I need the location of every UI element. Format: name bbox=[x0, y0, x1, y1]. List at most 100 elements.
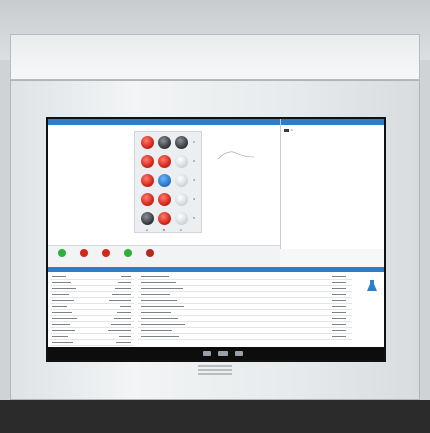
results-table bbox=[138, 274, 352, 346]
row-text-placeholder bbox=[141, 306, 184, 307]
record-icon bbox=[102, 249, 110, 257]
results-item-label: 1 bbox=[291, 128, 293, 132]
refresh-button[interactable] bbox=[118, 249, 138, 266]
row-text-placeholder bbox=[141, 300, 177, 301]
row-value-placeholder bbox=[332, 318, 346, 319]
settings-button[interactable] bbox=[140, 249, 160, 266]
property-value-placeholder bbox=[119, 336, 131, 337]
row-value-placeholder bbox=[332, 276, 346, 277]
row-value-placeholder bbox=[332, 288, 346, 289]
flag-icon bbox=[284, 128, 289, 132]
row-value-placeholder bbox=[332, 306, 346, 307]
tray-row-label: 1 bbox=[193, 140, 195, 144]
sample-well[interactable] bbox=[141, 136, 154, 149]
sample-well[interactable] bbox=[175, 212, 188, 225]
sample-well[interactable] bbox=[158, 174, 171, 187]
row-value-placeholder bbox=[332, 336, 346, 337]
tray-column-label: C bbox=[180, 228, 183, 232]
results-panel: 1 bbox=[280, 119, 384, 249]
stop-button[interactable] bbox=[74, 249, 94, 266]
property-value-placeholder bbox=[120, 306, 131, 307]
app-window: 1 2 3 4 5 A B C 1 bbox=[48, 119, 384, 360]
row-text-placeholder bbox=[141, 282, 176, 283]
sample-well[interactable] bbox=[175, 155, 188, 168]
property-text-placeholder bbox=[52, 282, 71, 283]
plate-viewer: 1 2 3 4 5 A B C bbox=[48, 125, 280, 245]
property-text-placeholder bbox=[52, 288, 76, 289]
photo-scene: 1 2 3 4 5 A B C 1 bbox=[0, 0, 430, 433]
property-text-placeholder bbox=[52, 276, 66, 277]
property-value-placeholder bbox=[121, 276, 131, 277]
row-value-placeholder bbox=[332, 294, 346, 295]
tray-column-label: B bbox=[163, 228, 166, 232]
record-button[interactable] bbox=[96, 249, 116, 266]
os-taskbar bbox=[48, 347, 384, 360]
property-text-placeholder bbox=[52, 312, 72, 313]
sample-well[interactable] bbox=[175, 136, 188, 149]
row-value-placeholder bbox=[332, 324, 346, 325]
data-section bbox=[48, 267, 384, 347]
sample-well[interactable] bbox=[141, 155, 154, 168]
row-text-placeholder bbox=[141, 312, 171, 313]
data-section-header bbox=[48, 267, 384, 272]
row-text-placeholder bbox=[141, 324, 185, 325]
action-toolbar bbox=[48, 245, 280, 268]
floor-shadow bbox=[0, 400, 430, 433]
sample-well[interactable] bbox=[158, 193, 171, 206]
property-text-placeholder bbox=[52, 306, 67, 307]
row-value-placeholder bbox=[332, 312, 346, 313]
row-text-placeholder bbox=[141, 318, 178, 319]
sample-tray[interactable]: 1 2 3 4 5 A B C bbox=[134, 131, 202, 233]
sample-well[interactable] bbox=[158, 212, 171, 225]
property-value-placeholder bbox=[117, 312, 131, 313]
sample-well[interactable] bbox=[141, 174, 154, 187]
property-value-placeholder bbox=[116, 342, 131, 343]
sample-well[interactable] bbox=[158, 136, 171, 149]
property-text-placeholder bbox=[52, 342, 73, 343]
signal-curve bbox=[217, 151, 255, 160]
property-value-placeholder bbox=[118, 282, 131, 283]
results-item[interactable]: 1 bbox=[284, 128, 293, 132]
row-value-placeholder bbox=[332, 330, 346, 331]
sample-well[interactable] bbox=[175, 193, 188, 206]
property-text-placeholder bbox=[52, 294, 69, 295]
property-value-placeholder bbox=[109, 300, 131, 301]
row-value-placeholder bbox=[332, 282, 346, 283]
property-row bbox=[50, 340, 134, 346]
flask-icon[interactable] bbox=[366, 279, 378, 293]
property-text-placeholder bbox=[52, 336, 68, 337]
row-value-placeholder bbox=[332, 300, 346, 301]
row-text-placeholder bbox=[141, 276, 169, 277]
property-value-placeholder bbox=[111, 324, 131, 325]
tray-row-label: 2 bbox=[193, 159, 195, 163]
speaker-grille bbox=[198, 365, 232, 379]
results-panel-header bbox=[281, 119, 384, 125]
property-value-placeholder bbox=[108, 330, 131, 331]
back-icon[interactable] bbox=[203, 351, 211, 356]
property-text-placeholder bbox=[52, 324, 70, 325]
sample-well[interactable] bbox=[141, 193, 154, 206]
sample-well[interactable] bbox=[158, 155, 171, 168]
property-value-placeholder bbox=[115, 288, 131, 289]
settings-icon bbox=[146, 249, 154, 257]
sample-well[interactable] bbox=[175, 174, 188, 187]
property-text-placeholder bbox=[52, 330, 75, 331]
sample-well[interactable] bbox=[141, 212, 154, 225]
play-button[interactable] bbox=[52, 249, 72, 266]
stop-icon bbox=[80, 249, 88, 257]
instrument-top-panel bbox=[10, 34, 420, 80]
tray-row-label: 5 bbox=[193, 216, 195, 220]
play-icon bbox=[58, 249, 66, 257]
refresh-icon bbox=[124, 249, 132, 257]
row-text-placeholder bbox=[141, 288, 183, 289]
home-icon[interactable] bbox=[218, 351, 228, 356]
tray-column-label: A bbox=[146, 228, 149, 232]
property-value-placeholder bbox=[112, 294, 131, 295]
touch-screen: 1 2 3 4 5 A B C 1 bbox=[46, 117, 386, 362]
recent-apps-icon[interactable] bbox=[235, 351, 243, 356]
row-text-placeholder bbox=[141, 330, 172, 331]
property-value-placeholder bbox=[114, 318, 131, 319]
table-row[interactable] bbox=[138, 334, 352, 340]
row-text-placeholder bbox=[141, 294, 170, 295]
tray-row-label: 3 bbox=[193, 178, 195, 182]
